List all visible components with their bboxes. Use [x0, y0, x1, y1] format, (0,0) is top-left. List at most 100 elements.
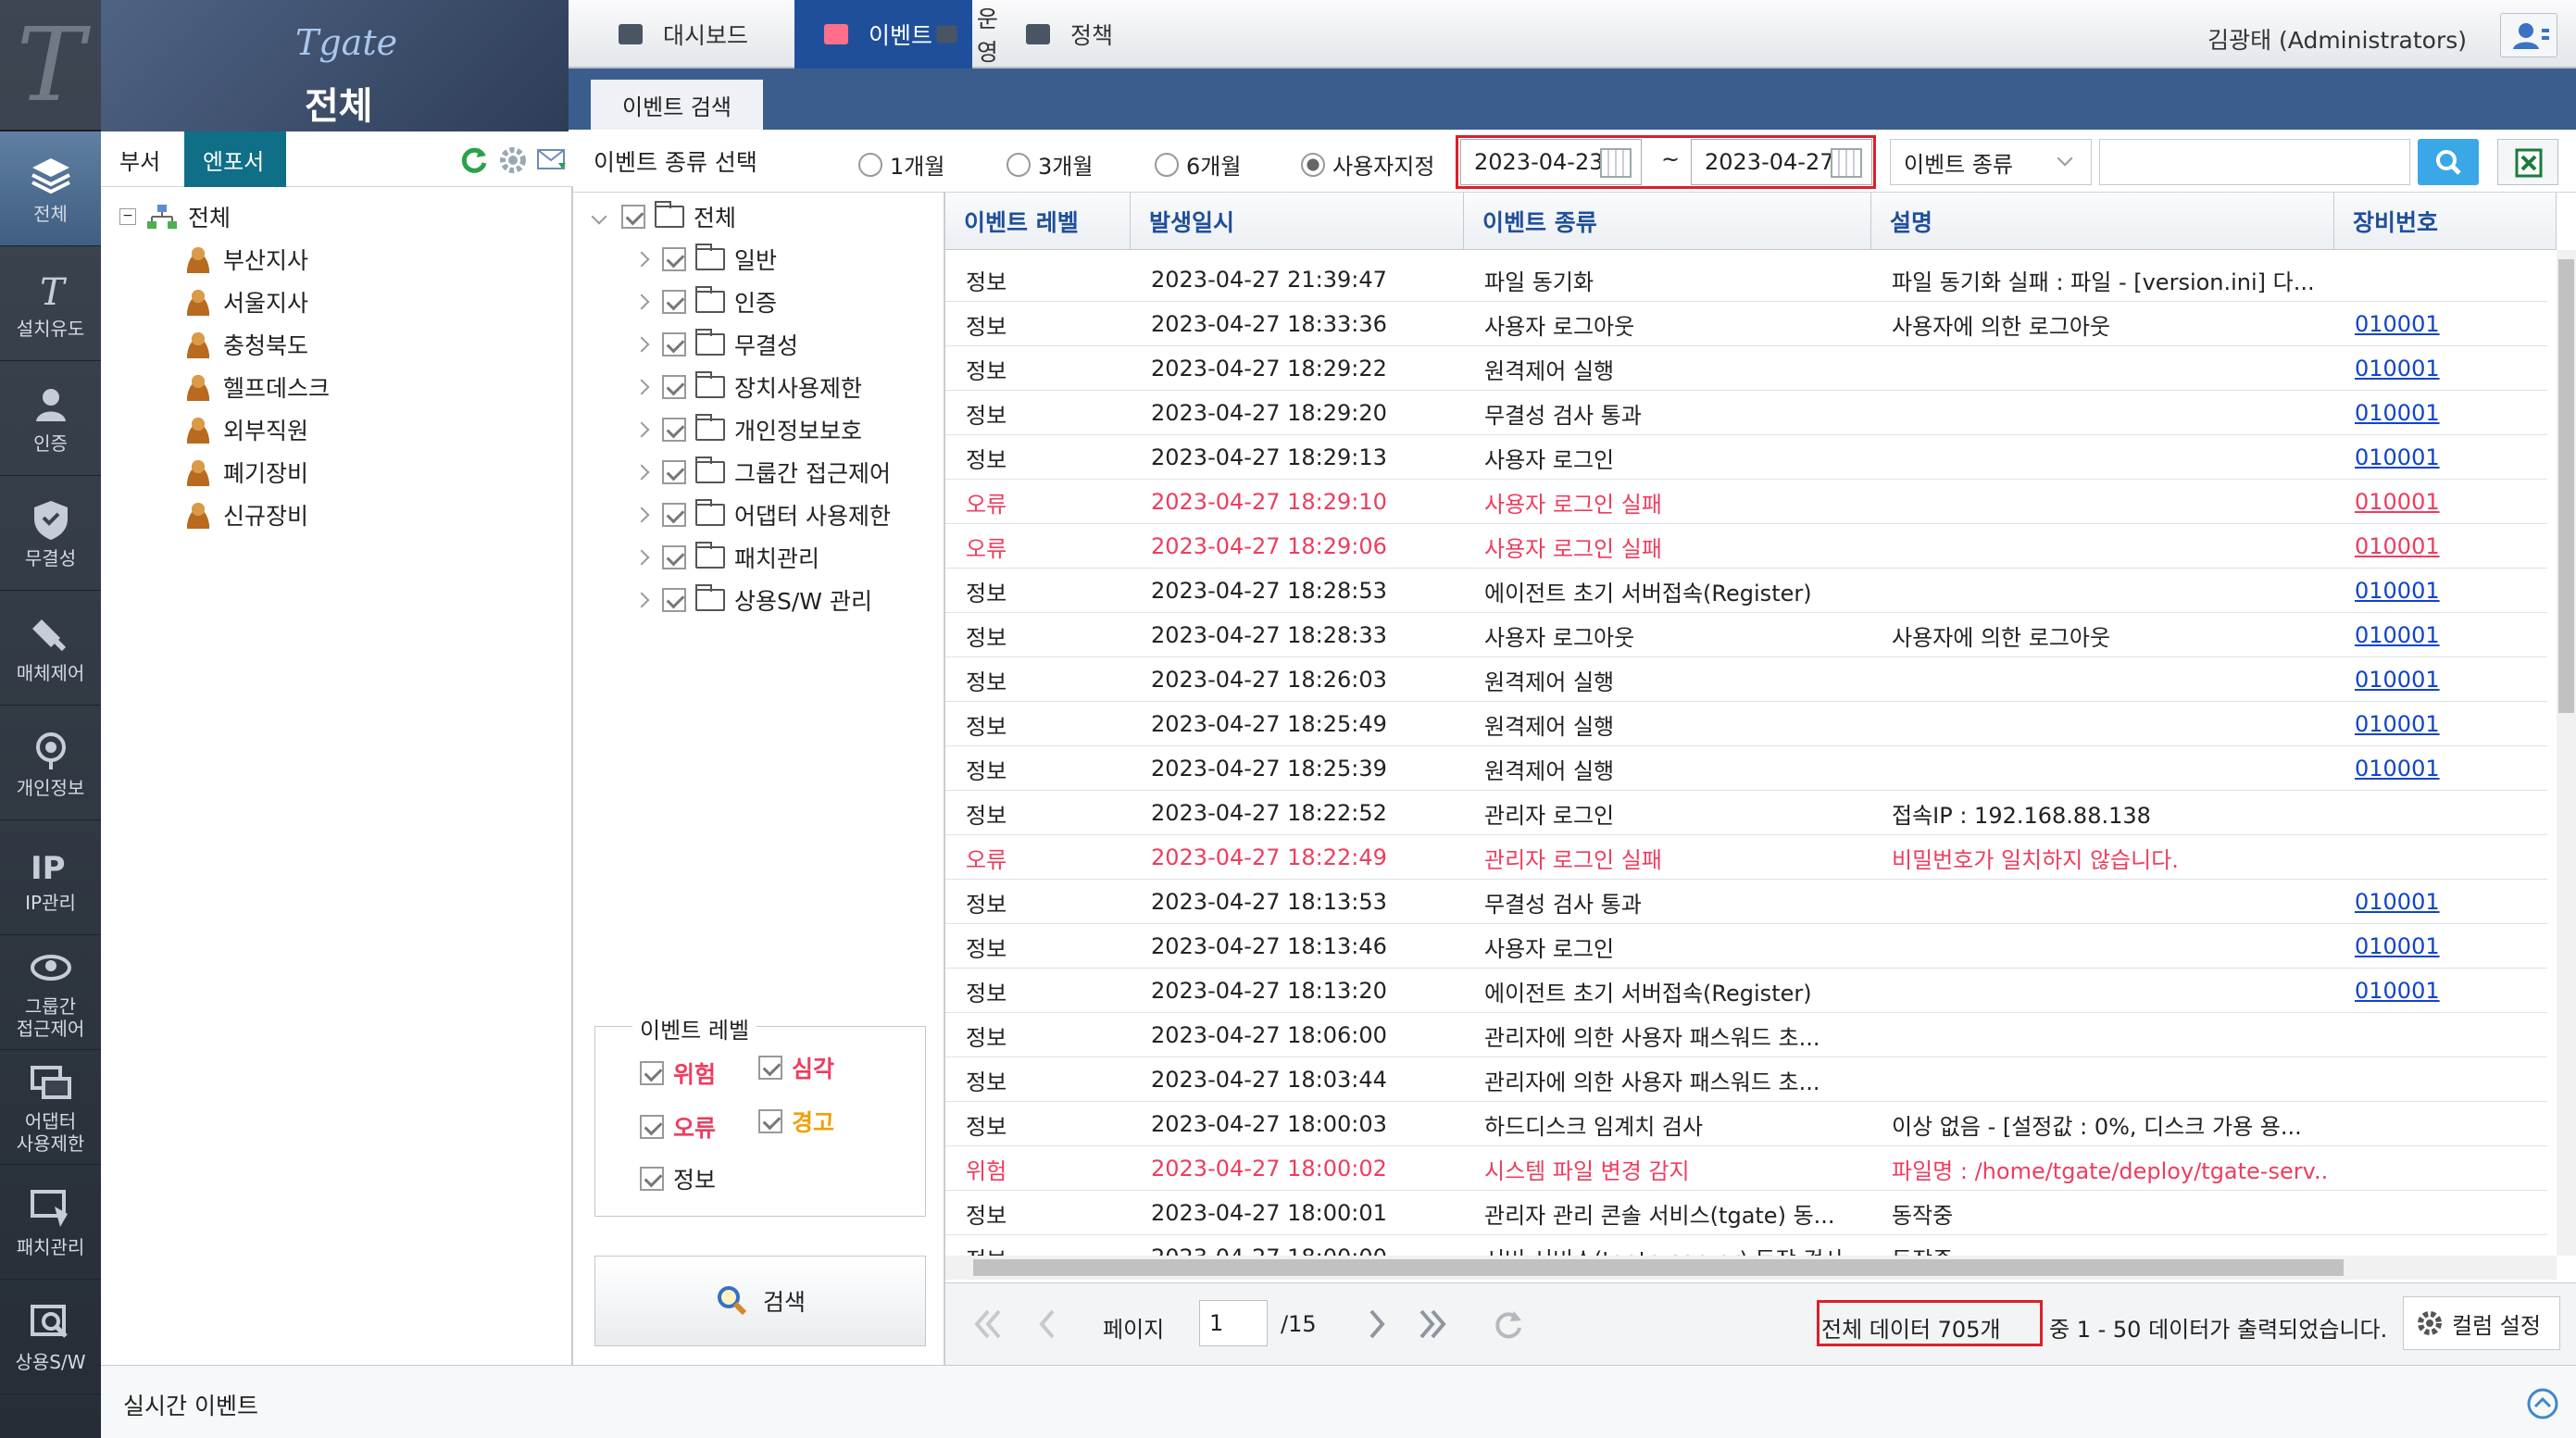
table-row[interactable]: 정보 2023-04-27 18:28:53 에이전트 초기 서버접속(Regist…	[945, 569, 2547, 613]
type-tree-item[interactable]: 상용S/W 관리	[633, 580, 872, 620]
type-root-checkbox[interactable]	[621, 205, 645, 229]
table-row[interactable]: 정보 2023-04-27 18:29:22 원격제어 실행 010001	[945, 346, 2547, 391]
period-custom-radio[interactable]: 사용자지정	[1301, 148, 1434, 181]
first-page-icon[interactable]	[968, 1304, 1008, 1344]
type-tree-item[interactable]: 무결성	[633, 324, 798, 365]
table-row[interactable]: 정보 2023-04-27 18:13:53 무결성 검사 통과 010001	[945, 880, 2547, 924]
nav-item-1[interactable]: 전체	[0, 131, 101, 246]
table-row[interactable]: 오류 2023-04-27 18:29:06 사용자 로그인 실패 010001	[945, 524, 2547, 569]
level-checkbox-item[interactable]: 경고	[758, 1101, 834, 1142]
user-profile-button[interactable]	[2500, 13, 2557, 57]
type-checkbox[interactable]	[662, 247, 686, 271]
keyword-search-input[interactable]	[2099, 139, 2410, 185]
search-submit-button[interactable]	[2418, 139, 2479, 185]
level-checkbox-item[interactable]: 정보	[640, 1158, 716, 1199]
device-id-link[interactable]: 010001	[2355, 524, 2549, 569]
type-tree-item[interactable]: 장치사용제한	[633, 367, 862, 407]
nav-item-10[interactable]: 패치관리	[0, 1165, 101, 1280]
dept-tree-item[interactable]: 서울지사	[182, 281, 308, 322]
event-type-dropdown[interactable]: 이벤트 종류	[1890, 139, 2092, 185]
device-id-link[interactable]: 010001	[2355, 302, 2549, 346]
device-id-link[interactable]: 010001	[2355, 657, 2549, 702]
dept-tree-item[interactable]: 외부직원	[182, 409, 308, 450]
nav-item-4[interactable]: 무결성	[0, 476, 101, 591]
level-checkbox-item[interactable]: 심각	[758, 1047, 834, 1088]
type-tree-root[interactable]: 전체	[591, 196, 736, 237]
nav-item-7[interactable]: IP IP관리	[0, 820, 101, 935]
column-header[interactable]: 이벤트 종류	[1464, 193, 1871, 250]
table-row[interactable]: 정보 2023-04-27 18:06:00 관리자에 의한 사용자 패스워드 초.…	[945, 1013, 2547, 1057]
chevron-right-icon[interactable]	[633, 251, 650, 268]
prev-page-icon[interactable]	[1027, 1304, 1068, 1344]
table-row[interactable]: 정보 2023-04-27 18:13:20 에이전트 초기 서버접속(Regist…	[945, 969, 2547, 1013]
nav-item-8[interactable]: 그룹간 접근제어	[0, 935, 101, 1050]
table-row[interactable]: 오류 2023-04-27 18:29:10 사용자 로그인 실패 010001	[945, 480, 2547, 524]
device-id-link[interactable]: 010001	[2355, 969, 2549, 1013]
type-checkbox[interactable]	[662, 545, 686, 569]
device-id-link[interactable]: 010001	[2355, 569, 2549, 613]
type-tree-item[interactable]: 개인정보보호	[633, 409, 862, 450]
vertical-scroll-thumb[interactable]	[2558, 259, 2574, 713]
mail-icon[interactable]	[536, 146, 568, 174]
type-checkbox[interactable]	[662, 375, 686, 399]
collapse-icon[interactable]: −	[119, 208, 136, 225]
chevron-right-icon[interactable]	[633, 592, 650, 608]
nav-item-3[interactable]: 인증	[0, 361, 101, 476]
level-checkbox[interactable]	[758, 1109, 782, 1133]
type-tree-item[interactable]: 패치관리	[633, 537, 819, 578]
top-tab-4[interactable]: 정책	[1013, 0, 1124, 69]
table-row[interactable]: 정보 2023-04-27 18:22:52 관리자 로그인 접속IP : 192.1…	[945, 791, 2547, 835]
column-header[interactable]: 설명	[1871, 193, 2334, 250]
next-page-icon[interactable]	[1357, 1304, 1397, 1344]
type-checkbox[interactable]	[662, 503, 686, 527]
period-3month-radio[interactable]: 3개월	[1007, 148, 1093, 181]
excel-export-button[interactable]	[2497, 139, 2558, 185]
type-tree-item[interactable]: 그룹간 접근제어	[633, 452, 891, 493]
tab-enforcer[interactable]: 엔포서	[184, 131, 286, 187]
chevron-right-icon[interactable]	[633, 506, 650, 523]
dept-tree-item[interactable]: 충청북도	[182, 324, 308, 365]
period-6month-radio[interactable]: 6개월	[1155, 148, 1241, 181]
search-button[interactable]: 검색	[594, 1256, 926, 1346]
level-checkbox[interactable]	[640, 1115, 664, 1139]
type-checkbox[interactable]	[662, 588, 686, 612]
dept-tree-item[interactable]: 헬프데스크	[182, 367, 330, 407]
device-id-link[interactable]: 010001	[2355, 880, 2549, 924]
vertical-scrollbar[interactable]	[2557, 250, 2576, 1256]
top-tab-1[interactable]: 대시보드	[569, 0, 791, 69]
last-page-icon[interactable]	[1412, 1304, 1453, 1344]
table-row[interactable]: 정보 2023-04-27 18:13:46 사용자 로그인 010001	[945, 924, 2547, 969]
chevron-right-icon[interactable]	[633, 421, 650, 438]
device-id-link[interactable]: 010001	[2355, 391, 2549, 435]
nav-item-11[interactable]: 상용S/W	[0, 1280, 101, 1394]
table-row[interactable]: 정보 2023-04-27 18:28:33 사용자 로그아웃 사용자에 의한 로그아…	[945, 613, 2547, 657]
tab-event-search[interactable]: 이벤트 검색	[591, 80, 763, 130]
chevron-right-icon[interactable]	[633, 379, 650, 395]
nav-item-5[interactable]: 매체제어	[0, 591, 101, 706]
dept-tree-item[interactable]: 신규장비	[182, 494, 308, 535]
tree-root[interactable]: − 전체	[119, 196, 231, 237]
type-tree-item[interactable]: 어댑터 사용제한	[633, 494, 891, 535]
column-header[interactable]: 이벤트 레벨	[945, 193, 1131, 250]
page-number-input[interactable]: 1	[1199, 1300, 1268, 1346]
table-row[interactable]: 정보 2023-04-27 18:03:44 관리자에 의한 사용자 패스워드 초.…	[945, 1057, 2547, 1102]
horizontal-scroll-thumb[interactable]	[973, 1259, 2344, 1276]
column-header[interactable]: 장비번호	[2334, 193, 2557, 250]
dept-tree-item[interactable]: 부산지사	[182, 239, 308, 280]
chevron-right-icon[interactable]	[633, 549, 650, 566]
chevron-right-icon[interactable]	[633, 294, 650, 310]
level-checkbox[interactable]	[640, 1167, 664, 1191]
column-settings-button[interactable]: 컬럼 설정	[2403, 1296, 2560, 1350]
device-id-link[interactable]: 010001	[2355, 613, 2549, 657]
type-checkbox[interactable]	[662, 418, 686, 442]
gear-icon[interactable]	[497, 144, 529, 176]
horizontal-scrollbar[interactable]	[945, 1256, 2557, 1280]
table-row[interactable]: 정보 2023-04-27 18:29:13 사용자 로그인 010001	[945, 435, 2547, 480]
type-checkbox[interactable]	[662, 332, 686, 356]
table-row[interactable]: 정보 2023-04-27 18:25:49 원격제어 실행 010001	[945, 702, 2547, 746]
level-checkbox-item[interactable]: 위험	[640, 1053, 716, 1094]
chevron-right-icon[interactable]	[633, 464, 650, 481]
nav-item-9[interactable]: 어댑터 사용제한	[0, 1050, 101, 1165]
table-row[interactable]: 위험 2023-04-27 18:00:02 시스템 파일 변경 감지 파일명 : /…	[945, 1146, 2547, 1191]
nav-item-2[interactable]: T 설치유도	[0, 246, 101, 361]
